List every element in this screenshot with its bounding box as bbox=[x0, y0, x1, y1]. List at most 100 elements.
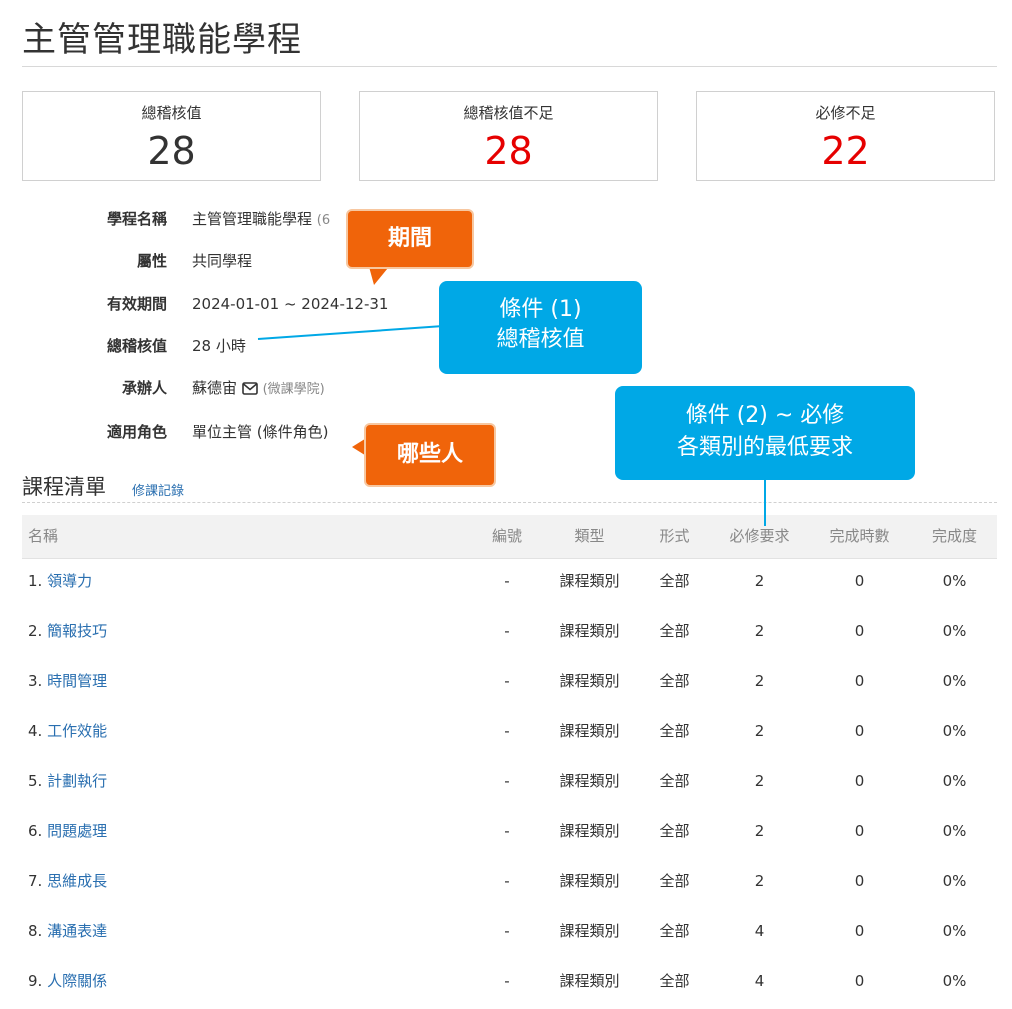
cell-progress: 0% bbox=[942, 872, 967, 890]
row-index: 2. bbox=[28, 622, 43, 640]
stat-required-shortfall: 必修不足 22 bbox=[696, 91, 995, 181]
stat-value: 22 bbox=[821, 129, 870, 173]
cell-name: 6. 問題處理 bbox=[28, 809, 228, 853]
table-row: 4. 工作效能 - 課程類別 全部 2 0 0% bbox=[22, 709, 997, 759]
stat-audit-shortfall: 總稽核值不足 28 bbox=[359, 91, 658, 181]
cell-required: 2 bbox=[754, 672, 765, 690]
column-header-form: 形式 bbox=[659, 527, 690, 545]
cell-required: 4 bbox=[754, 972, 765, 990]
cell-type: 課程類別 bbox=[559, 872, 620, 890]
info-value: 蘇德宙 (微課學院) bbox=[192, 376, 325, 402]
stat-label: 必修不足 bbox=[815, 104, 876, 122]
column-header-type: 類型 bbox=[574, 527, 605, 545]
organizer-org: (微課學院) bbox=[262, 382, 325, 397]
cell-progress: 0% bbox=[942, 622, 967, 640]
course-list-title: 課程清單 bbox=[22, 475, 106, 499]
column-header-required: 必修要求 bbox=[729, 527, 790, 545]
callout-connector bbox=[764, 478, 766, 526]
row-index: 7. bbox=[28, 872, 43, 890]
course-link[interactable]: 工作效能 bbox=[47, 722, 107, 740]
row-index: 4. bbox=[28, 722, 43, 740]
course-link[interactable]: 溝通表達 bbox=[47, 922, 107, 940]
column-header-hours: 完成時數 bbox=[829, 527, 890, 545]
stat-value: 28 bbox=[147, 129, 196, 173]
row-index: 3. bbox=[28, 672, 43, 690]
info-label: 有效期間 bbox=[106, 295, 167, 313]
cell-progress: 0% bbox=[942, 672, 967, 690]
cell-hours: 0 bbox=[854, 922, 865, 940]
cell-required: 2 bbox=[754, 572, 765, 590]
cell-required: 2 bbox=[754, 872, 765, 890]
info-label: 學程名稱 bbox=[106, 210, 167, 228]
cell-type: 課程類別 bbox=[559, 772, 620, 790]
callout-condition-1: 條件 (1) 總稽核值 bbox=[439, 281, 642, 374]
cell-name: 5. 計劃執行 bbox=[28, 759, 228, 803]
table-row: 8. 溝通表達 - 課程類別 全部 4 0 0% bbox=[22, 909, 997, 959]
cell-progress: 0% bbox=[942, 722, 967, 740]
cell-form: 全部 bbox=[659, 822, 690, 840]
cell-progress: 0% bbox=[942, 822, 967, 840]
info-label: 總稽核值 bbox=[106, 337, 167, 355]
envelope-icon[interactable] bbox=[241, 378, 258, 402]
cell-hours: 0 bbox=[854, 972, 865, 990]
info-label: 適用角色 bbox=[106, 423, 167, 441]
course-history-link[interactable]: 修課記錄 bbox=[132, 480, 184, 499]
table-row: 7. 思維成長 - 課程類別 全部 2 0 0% bbox=[22, 859, 997, 909]
cell-name: 8. 溝通表達 bbox=[28, 909, 228, 953]
cell-type: 課程類別 bbox=[559, 972, 620, 990]
table-row: 6. 問題處理 - 課程類別 全部 2 0 0% bbox=[22, 809, 997, 859]
cell-name: 7. 思維成長 bbox=[28, 859, 228, 903]
cell-form: 全部 bbox=[659, 972, 690, 990]
cell-form: 全部 bbox=[659, 722, 690, 740]
stat-label: 總稽核值不足 bbox=[463, 104, 554, 122]
info-value: 28 小時 bbox=[192, 337, 246, 355]
course-link[interactable]: 問題處理 bbox=[47, 822, 107, 840]
info-value: 2024-01-01 ~ 2024-12-31 bbox=[192, 295, 389, 313]
cell-progress: 0% bbox=[942, 772, 967, 790]
course-link[interactable]: 人際關係 bbox=[47, 972, 107, 990]
stat-value: 28 bbox=[484, 129, 533, 173]
info-value: 單位主管 (條件角色) bbox=[192, 423, 329, 441]
column-header-code: 編號 bbox=[491, 527, 522, 545]
course-link[interactable]: 領導力 bbox=[47, 572, 92, 590]
callout-text: 總稽核值 bbox=[496, 327, 585, 352]
cell-code: - bbox=[504, 772, 510, 790]
course-link[interactable]: 簡報技巧 bbox=[47, 622, 107, 640]
cell-required: 2 bbox=[754, 722, 765, 740]
callout-text: 條件 (2) ~ 必修 bbox=[685, 403, 845, 428]
page-title: 主管管理職能學程 bbox=[22, 20, 302, 60]
cell-form: 全部 bbox=[659, 772, 690, 790]
cell-code: - bbox=[504, 872, 510, 890]
callout-period: 期間 bbox=[346, 209, 474, 269]
row-index: 8. bbox=[28, 922, 43, 940]
cell-hours: 0 bbox=[854, 672, 865, 690]
cell-required: 2 bbox=[754, 622, 765, 640]
row-index: 6. bbox=[28, 822, 43, 840]
info-label: 屬性 bbox=[136, 252, 167, 270]
cell-code: - bbox=[504, 572, 510, 590]
row-index: 9. bbox=[28, 972, 43, 990]
course-link[interactable]: 計劃執行 bbox=[47, 772, 107, 790]
info-label: 承辦人 bbox=[121, 379, 167, 397]
cell-form: 全部 bbox=[659, 672, 690, 690]
cell-code: - bbox=[504, 822, 510, 840]
table-row: 5. 計劃執行 - 課程類別 全部 2 0 0% bbox=[22, 759, 997, 809]
cell-type: 課程類別 bbox=[559, 722, 620, 740]
cell-code: - bbox=[504, 672, 510, 690]
table-row: 3. 時間管理 - 課程類別 全部 2 0 0% bbox=[22, 659, 997, 709]
cell-type: 課程類別 bbox=[559, 622, 620, 640]
cell-name: 4. 工作效能 bbox=[28, 709, 228, 753]
cell-progress: 0% bbox=[942, 922, 967, 940]
course-link[interactable]: 思維成長 bbox=[47, 872, 107, 890]
table-row: 9. 人際關係 - 課程類別 全部 4 0 0% bbox=[22, 959, 997, 1009]
info-value: 共同學程 bbox=[192, 252, 253, 270]
cell-form: 全部 bbox=[659, 922, 690, 940]
callout-text: 條件 (1) bbox=[499, 297, 582, 322]
cell-hours: 0 bbox=[854, 772, 865, 790]
course-table: 名稱 編號 類型 形式 必修要求 完成時數 完成度 1. 領導力 - 課程類別 全部 2… bbox=[22, 515, 997, 1009]
row-index: 1. bbox=[28, 572, 43, 590]
cell-type: 課程類別 bbox=[559, 822, 620, 840]
course-link[interactable]: 時間管理 bbox=[47, 672, 107, 690]
cell-progress: 0% bbox=[942, 972, 967, 990]
cell-hours: 0 bbox=[854, 572, 865, 590]
